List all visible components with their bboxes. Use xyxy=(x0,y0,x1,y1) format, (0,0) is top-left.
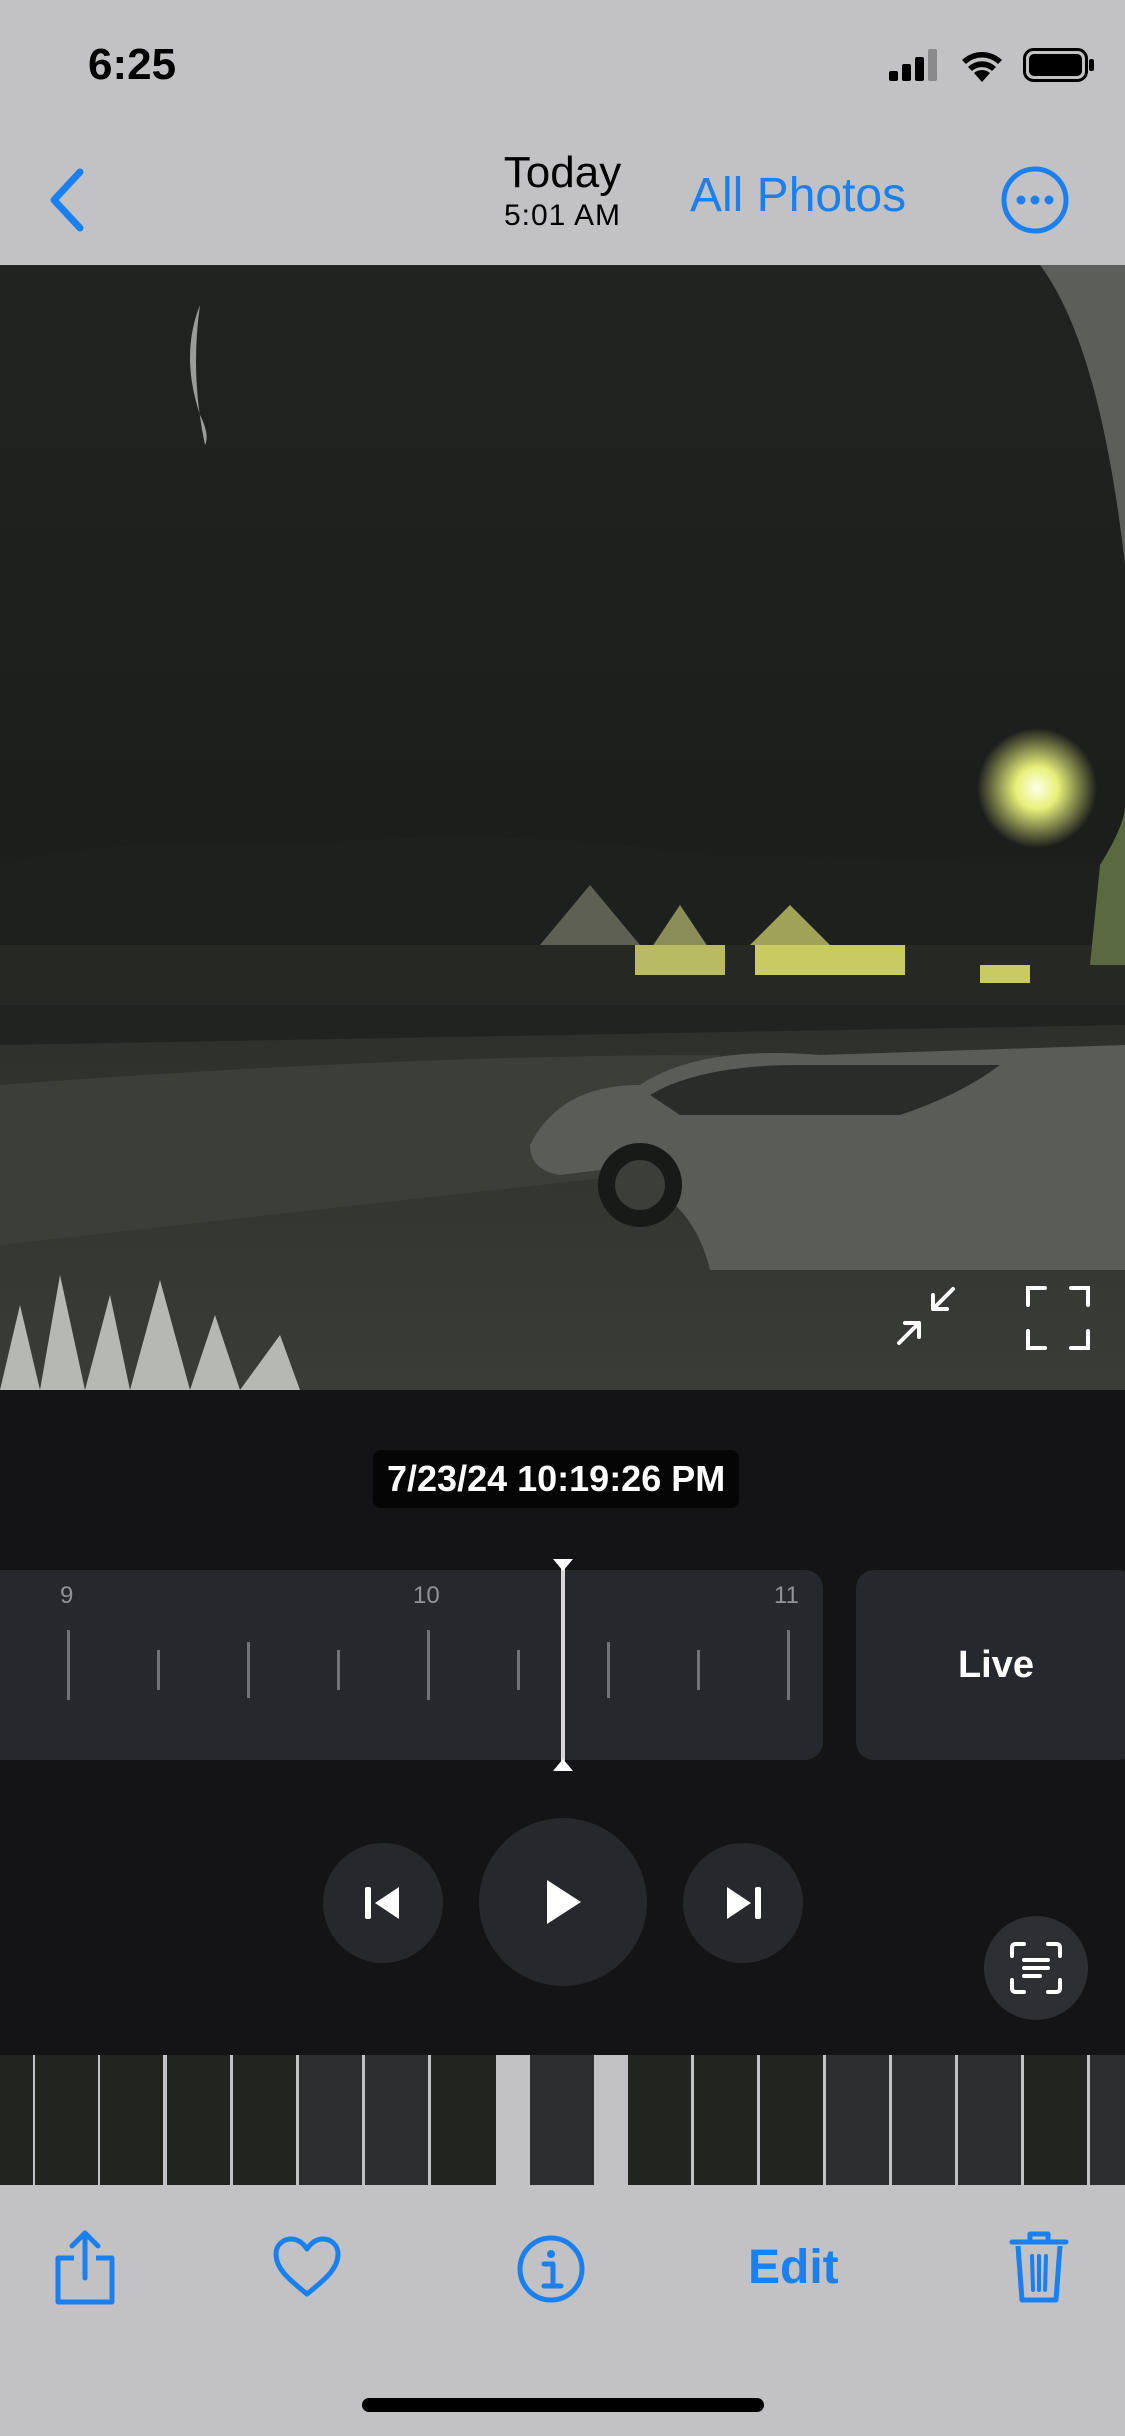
timeline-tick xyxy=(697,1650,700,1690)
timeline-tick xyxy=(787,1630,790,1700)
home-indicator xyxy=(362,2398,764,2412)
timestamp-label: 7/23/24 10:19:26 PM xyxy=(373,1450,740,1508)
live-text-button[interactable] xyxy=(984,1916,1088,2020)
filmstrip-thumbnail[interactable] xyxy=(694,2055,759,2185)
play-button[interactable] xyxy=(479,1818,647,1986)
filmstrip-thumbnail[interactable] xyxy=(167,2055,232,2185)
timeline-label-10: 10 xyxy=(413,1582,440,1609)
timeline-tick xyxy=(607,1642,610,1698)
chevron-left-icon[interactable] xyxy=(40,160,100,240)
filmstrip-thumbnail[interactable] xyxy=(826,2055,891,2185)
play-icon xyxy=(547,1880,581,1924)
timeline-tick xyxy=(67,1630,70,1700)
timeline-tick xyxy=(157,1650,160,1690)
filmstrip-thumbnail[interactable] xyxy=(958,2055,1023,2185)
filmstrip-thumbnail[interactable] xyxy=(1024,2055,1089,2185)
filmstrip-thumbnail[interactable] xyxy=(35,2055,100,2185)
playhead-bottom-arrow-icon xyxy=(553,1759,573,1771)
timeline-scrubber[interactable]: 9 10 11 xyxy=(0,1570,823,1760)
timeline-label-9: 9 xyxy=(60,1582,74,1609)
edit-button[interactable]: Edit xyxy=(748,2240,839,2295)
filmstrip-thumbnail[interactable] xyxy=(431,2055,498,2185)
wifi-icon xyxy=(962,52,1002,82)
filmstrip-thumbnail-selected[interactable] xyxy=(530,2055,596,2185)
fullscreen-icon[interactable] xyxy=(1025,1285,1091,1351)
timeline-tick xyxy=(517,1650,520,1690)
filmstrip-thumbnail[interactable] xyxy=(299,2055,364,2185)
battery-icon xyxy=(1023,48,1094,82)
status-time: 6:25 xyxy=(88,40,177,89)
night-camera-scene xyxy=(0,265,1125,1390)
ellipsis-circle-icon[interactable] xyxy=(1000,165,1070,235)
all-photos-button[interactable]: All Photos xyxy=(690,168,906,223)
cellular-signal-icon xyxy=(889,49,937,81)
text-scan-icon xyxy=(1010,1942,1062,1994)
filmstrip-thumbnail[interactable] xyxy=(100,2055,165,2185)
info-icon[interactable] xyxy=(516,2234,586,2304)
page-subtitle: 5:01 AM xyxy=(503,199,622,232)
share-icon[interactable] xyxy=(52,2228,118,2308)
live-button[interactable]: Live xyxy=(856,1570,1125,1760)
filmstrip-thumbnail[interactable] xyxy=(0,2055,35,2185)
collapse-arrows-icon[interactable] xyxy=(895,1285,957,1347)
skip-back-button[interactable] xyxy=(323,1843,443,1963)
skip-back-icon xyxy=(365,1887,399,1919)
trash-icon[interactable] xyxy=(1008,2228,1070,2306)
timeline-tick xyxy=(247,1642,250,1698)
filmstrip-thumbnail[interactable] xyxy=(365,2055,430,2185)
status-icons xyxy=(889,48,1095,82)
video-frame[interactable] xyxy=(0,265,1125,1390)
skip-forward-icon xyxy=(727,1887,761,1919)
heart-icon[interactable] xyxy=(272,2236,342,2298)
timeline-playhead[interactable] xyxy=(553,1559,573,1771)
filmstrip-thumbnail[interactable] xyxy=(628,2055,693,2185)
filmstrip-thumbnail[interactable] xyxy=(892,2055,957,2185)
page-title: Today xyxy=(503,148,622,197)
filmstrip-thumbnail[interactable] xyxy=(1090,2055,1125,2185)
timeline-label-11: 11 xyxy=(774,1582,799,1609)
timeline-tick xyxy=(337,1650,340,1690)
filmstrip[interactable] xyxy=(0,2055,1125,2185)
filmstrip-thumbnail[interactable] xyxy=(760,2055,825,2185)
filmstrip-thumbnail[interactable] xyxy=(233,2055,298,2185)
nav-title: Today 5:01 AM xyxy=(440,148,685,234)
skip-forward-button[interactable] xyxy=(683,1843,803,1963)
playhead-top-arrow-icon xyxy=(553,1559,573,1571)
timeline-tick xyxy=(427,1630,430,1700)
